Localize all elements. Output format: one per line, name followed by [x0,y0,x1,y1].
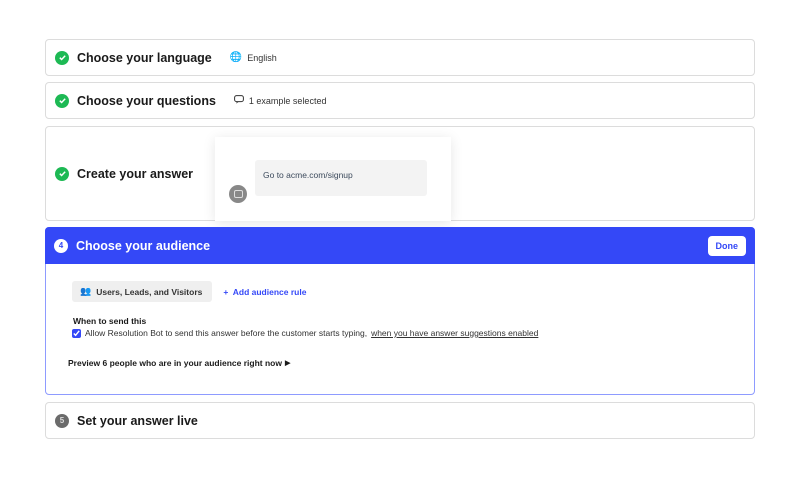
step-title: Choose your questions [77,93,216,108]
language-value: English [247,52,277,63]
step-audience: 4 Choose your audience Done 👥 Users, Lead… [45,227,755,395]
answer-suggestions-link[interactable]: when you have answer suggestions enabled [371,328,538,338]
step-number: 4 [54,238,68,253]
step-title: Choose your audience [76,238,211,253]
check-icon [55,50,69,65]
plus-icon: + [223,286,229,297]
bot-avatar-icon [229,185,247,203]
questions-value: 1 example selected [248,95,327,106]
step-questions[interactable]: Choose your questions 1 example selected [45,82,755,119]
step-go-live[interactable]: 5 Set your answer live [45,402,755,439]
done-button[interactable]: Done [707,235,746,256]
audience-header[interactable]: 4 Choose your audience Done [45,227,755,264]
check-icon [55,93,69,108]
checkbox-label: Allow Resolution Bot to send this answer… [85,328,368,338]
answer-preview: Go to acme.com/signup [215,137,451,221]
step-language[interactable]: Choose your language 🌐 English [45,39,755,76]
step-title: Choose your language [77,50,212,65]
chat-bubble-icon [234,95,244,106]
send-before-typing-checkbox[interactable] [72,328,81,338]
step-answer[interactable]: Create your answer Go to acme.com/signup [45,126,755,221]
when-heading: When to send this [73,316,147,326]
check-icon [55,166,69,181]
globe-icon: 🌐 [229,52,243,63]
step-title: Set your answer live [77,413,198,428]
people-icon: 👥 [80,286,92,296]
answer-bubble: Go to acme.com/signup [255,160,427,196]
preview-audience-toggle[interactable]: Preview 6 people who are in your audienc… [68,358,290,368]
step-number: 5 [55,413,69,428]
step-title: Create your answer [77,166,194,181]
audience-chip[interactable]: 👥 Users, Leads, and Visitors [72,281,213,302]
add-audience-rule-link[interactable]: + Add audience rule [223,287,306,297]
triangle-right-icon: ▶ [284,360,291,367]
